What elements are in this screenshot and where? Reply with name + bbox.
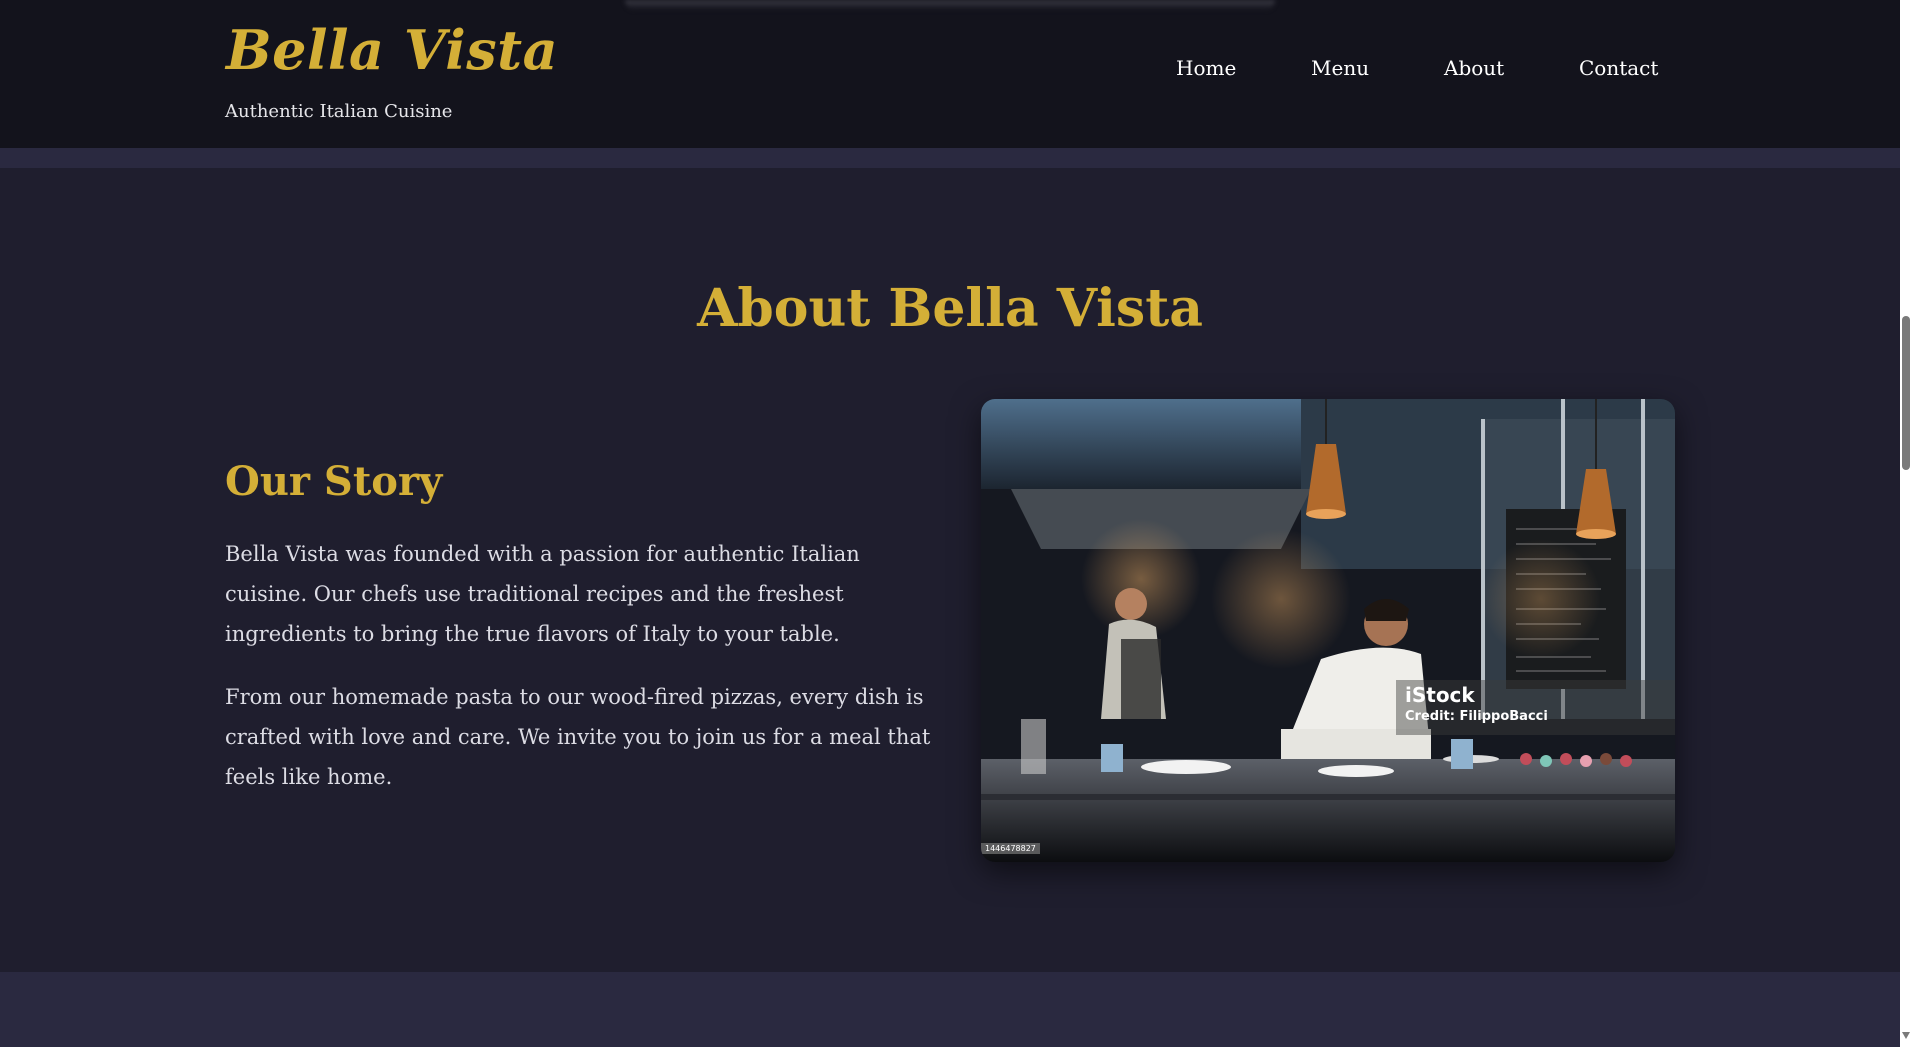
watermark-brand: iStock <box>1405 683 1475 707</box>
section-divider-band <box>0 148 1900 168</box>
about-section: About Bella Vista Our Story Bella Vista … <box>0 168 1900 972</box>
brand-tagline: Authentic Italian Cuisine <box>225 101 453 122</box>
kitchen-photo: iStock Credit: FilippoBacci 1446478827 <box>981 399 1675 862</box>
watermark-credit: Credit: FilippoBacci <box>1405 709 1548 724</box>
nav-link-contact[interactable]: Contact <box>1579 56 1658 80</box>
scroll-down-arrow-icon[interactable] <box>1902 1032 1910 1039</box>
page-viewport: Bella Vista Authentic Italian Cuisine Ho… <box>0 0 1900 1047</box>
story-paragraph-1: Bella Vista was founded with a passion f… <box>225 542 860 646</box>
brand-logo-title[interactable]: Bella Vista <box>226 18 558 82</box>
story-paragraph-2: From our homemade pasta to our wood-fire… <box>225 685 931 789</box>
scrollbar-thumb[interactable] <box>1902 316 1910 470</box>
about-heading: About Bella Vista <box>697 278 1203 339</box>
watermark-id: 1446478827 <box>981 843 1040 854</box>
vertical-scrollbar[interactable] <box>1900 0 1912 1047</box>
nav-link-menu[interactable]: Menu <box>1311 56 1369 80</box>
header-top-shadow <box>625 0 1275 10</box>
story-heading: Our Story <box>225 458 443 505</box>
next-section <box>0 972 1900 1047</box>
nav-link-home[interactable]: Home <box>1176 56 1236 80</box>
kitchen-photo-illustration <box>981 399 1675 862</box>
nav-link-about[interactable]: About <box>1444 56 1504 80</box>
site-header: Bella Vista Authentic Italian Cuisine Ho… <box>0 0 1900 148</box>
